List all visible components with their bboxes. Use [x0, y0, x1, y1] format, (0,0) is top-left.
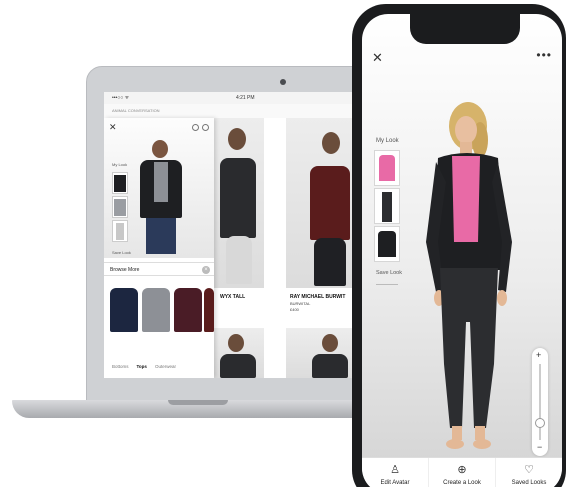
- jeans-thumbnail: [116, 223, 124, 240]
- status-bar: •••○○ ᯤ 4:21 PM ▭: [104, 92, 374, 104]
- avatar-figure: [426, 102, 512, 449]
- bottom-nav: ♙ Edit Avatar ⊕ Create a Look ♡ Saved Lo…: [362, 457, 562, 487]
- nav-edit-avatar[interactable]: ♙ Edit Avatar: [362, 458, 429, 487]
- nav-create-look[interactable]: ⊕ Create a Look: [429, 458, 496, 487]
- browse-more-label: Browse More: [110, 267, 140, 273]
- model-maroon-jacket: [310, 166, 350, 240]
- browse-more-bar: Browse More ×: [104, 262, 214, 276]
- divider: [376, 284, 398, 285]
- laptop-notch: [168, 400, 228, 405]
- info-icon[interactable]: [202, 124, 209, 131]
- laptop-camera: [280, 79, 286, 85]
- nav-label: Saved Looks: [511, 480, 547, 486]
- product-brand: BURWITAL: [290, 301, 311, 306]
- try-on-panel: ✕ My Look Save Look Browse More × Bottom…: [104, 118, 214, 378]
- model-head: [322, 334, 338, 352]
- phone-notch: [410, 14, 520, 44]
- close-icon[interactable]: ×: [202, 266, 210, 274]
- model-head: [322, 132, 340, 154]
- my-look-label: My Look: [376, 138, 399, 144]
- zoom-out-icon[interactable]: −: [537, 442, 542, 452]
- model-jacket-figure: [220, 354, 256, 378]
- close-icon[interactable]: ✕: [109, 122, 117, 133]
- avatar-shirt: [154, 162, 168, 202]
- settings-icon[interactable]: [192, 124, 199, 131]
- save-look-button[interactable]: Save Look: [112, 250, 131, 255]
- save-look-button[interactable]: Save Look: [376, 270, 402, 276]
- product-sweater-grey[interactable]: [142, 288, 170, 332]
- jacket-thumbnail: [378, 231, 396, 257]
- status-time: 4:21 PM: [235, 95, 255, 101]
- model-trousers: [226, 236, 252, 284]
- zoom-handle[interactable]: [535, 418, 545, 428]
- category-tabs: Bottoms Tops Outerwear: [104, 364, 214, 376]
- nav-label: Create a Look: [443, 480, 481, 486]
- look-item-jacket[interactable]: [374, 226, 400, 262]
- look-item-jacket[interactable]: [112, 172, 128, 194]
- avatar-icon: ♙: [390, 464, 400, 476]
- avatar-head: [152, 140, 168, 158]
- more-options-icon[interactable]: •••: [536, 48, 552, 62]
- model-jacket-figure: [312, 354, 348, 378]
- product-image[interactable]: [214, 118, 264, 288]
- tab-outerwear[interactable]: Outerwear: [155, 364, 176, 376]
- jeans-thumbnail: [382, 192, 392, 222]
- product-name[interactable]: RAY MICHAEL BURWIT: [290, 294, 345, 300]
- my-look-label: My Look: [112, 162, 128, 167]
- model-head: [228, 128, 246, 150]
- zoom-slider[interactable]: + −: [532, 348, 548, 456]
- shirt-thumbnail: [114, 199, 126, 216]
- sub-header: ANIMAL CONVERSATION: [104, 104, 374, 118]
- look-item-jeans[interactable]: [374, 188, 400, 224]
- product-image[interactable]: [214, 328, 264, 378]
- zoom-track-line: [539, 364, 541, 440]
- signal-status: •••○○ ᯤ: [112, 95, 130, 101]
- look-item-pink-top[interactable]: [374, 150, 400, 186]
- model-jeans: [314, 238, 346, 286]
- heart-icon: ♡: [524, 464, 534, 476]
- nav-saved-looks[interactable]: ♡ Saved Looks: [496, 458, 562, 487]
- tab-tops[interactable]: Tops: [137, 364, 147, 376]
- avatar-jeans: [146, 218, 176, 254]
- zoom-in-icon[interactable]: +: [536, 350, 541, 360]
- model-jacket-figure: [220, 158, 256, 238]
- product-price: £400: [290, 307, 299, 312]
- product-sweater-partial[interactable]: [204, 288, 214, 332]
- product-sweater-burgundy[interactable]: [174, 288, 202, 332]
- pink-top-thumbnail: [379, 155, 395, 181]
- plus-circle-icon: ⊕: [457, 464, 467, 476]
- product-sweater-navy[interactable]: [110, 288, 138, 332]
- product-grid: WYX TALL RAY MICHAEL BURWIT BURWITAL £40…: [214, 118, 374, 378]
- look-item-jeans[interactable]: [112, 220, 128, 242]
- model-head: [228, 334, 244, 352]
- jacket-thumbnail: [114, 175, 126, 192]
- look-item-shirt[interactable]: [112, 196, 128, 218]
- phone-screen: ✕ ••• My Look Save Look + − ♙ Edit Avata…: [362, 14, 562, 487]
- close-icon[interactable]: ✕: [372, 50, 383, 66]
- product-name[interactable]: WYX TALL: [220, 294, 245, 300]
- nav-label: Edit Avatar: [380, 480, 410, 486]
- laptop-screen: •••○○ ᯤ 4:21 PM ▭ ANIMAL CONVERSATION WY…: [104, 92, 374, 378]
- tab-bottoms[interactable]: Bottoms: [112, 364, 129, 376]
